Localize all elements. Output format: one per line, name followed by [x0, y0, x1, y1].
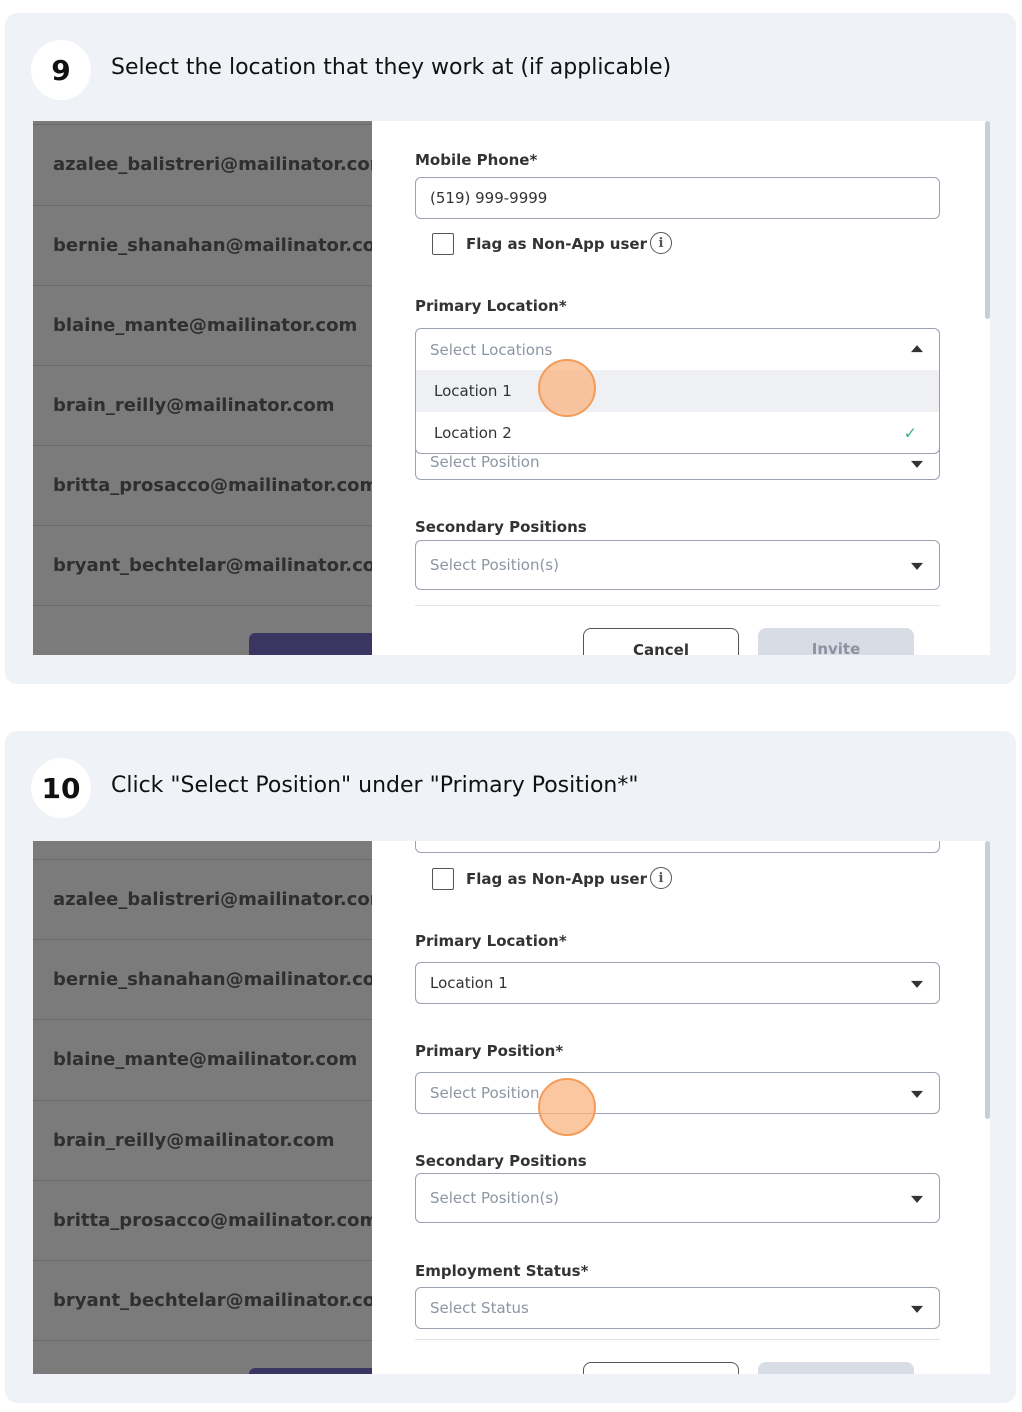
user-email-row[interactable]: blaine_mante@mailinator.com [33, 285, 372, 365]
reinvite-button[interactable] [249, 1368, 372, 1374]
step-number-badge: 10 [31, 758, 91, 818]
click-marker [538, 1078, 596, 1136]
reinvite-button[interactable] [249, 633, 372, 655]
mobile-phone-value: (519) 999-9999 [430, 189, 548, 207]
user-list-panel: azalee_balistreri@mailinator.com bernie_… [33, 121, 372, 655]
primary-location-placeholder: Select Locations [430, 340, 553, 359]
mobile-phone-input[interactable] [415, 841, 940, 853]
step-card-10: 10 Click "Select Position" under "Primar… [5, 731, 1016, 1403]
step-instruction: Select the location that they work at (i… [111, 55, 672, 80]
cancel-button[interactable]: Cancel [583, 628, 739, 655]
user-email-row[interactable]: britta_prosacco@mailinator.com [33, 445, 372, 525]
click-marker [538, 359, 596, 417]
info-icon[interactable]: i [650, 232, 672, 254]
user-email-row[interactable]: azalee_balistreri@mailinator.com [33, 124, 372, 204]
info-icon[interactable]: i [650, 867, 672, 889]
non-app-user-label: Flag as Non-App user [466, 870, 647, 888]
user-email-row[interactable]: britta_prosacco@mailinator.com [33, 1180, 372, 1260]
chevron-down-icon [911, 562, 923, 570]
user-email-row[interactable]: blaine_mante@mailinator.com [33, 1019, 372, 1099]
primary-position-select[interactable]: Select Position [415, 1072, 940, 1114]
location-dropdown: Location 1 Location 2 ✓ [415, 370, 940, 454]
chevron-down-icon [911, 1090, 923, 1098]
non-app-user-checkbox[interactable] [432, 233, 454, 255]
screenshot: azalee_balistreri@mailinator.com bernie_… [33, 121, 990, 655]
employment-status-select[interactable]: Select Status [415, 1287, 940, 1329]
secondary-positions-select[interactable]: Select Position(s) [415, 1173, 940, 1223]
secondary-positions-label: Secondary Positions [415, 518, 587, 536]
step-instruction: Click "Select Position" under "Primary P… [111, 773, 639, 798]
form-divider [415, 1339, 940, 1340]
scrollbar[interactable] [985, 841, 990, 1119]
non-app-user-checkbox[interactable] [432, 868, 454, 890]
primary-position-placeholder: Select Position [430, 1084, 540, 1102]
form-divider [415, 605, 940, 606]
chevron-up-icon [911, 344, 923, 352]
employment-status-label: Employment Status* [415, 1262, 589, 1280]
chevron-down-icon [911, 1305, 923, 1313]
non-app-user-label: Flag as Non-App user [466, 235, 647, 253]
user-email-row[interactable]: bernie_shanahan@mailinator.com [33, 205, 372, 285]
primary-position-label: Primary Position* [415, 1042, 564, 1060]
user-email-row[interactable]: brain_reilly@mailinator.com [33, 1100, 372, 1180]
secondary-positions-label: Secondary Positions [415, 1152, 587, 1170]
scrollbar[interactable] [985, 121, 990, 319]
user-email-row[interactable]: bernie_shanahan@mailinator.com [33, 939, 372, 1019]
mobile-phone-label: Mobile Phone* [415, 151, 538, 169]
chevron-down-icon [911, 1195, 923, 1203]
step-number-badge: 9 [31, 40, 91, 100]
user-email-row[interactable]: bryant_bechtelar@mailinator.com [33, 1260, 372, 1340]
primary-location-label: Primary Location* [415, 932, 567, 950]
primary-location-value: Location 1 [430, 974, 508, 992]
location-option[interactable]: Location 2 ✓ [416, 412, 939, 453]
primary-location-select[interactable]: Location 1 [415, 962, 940, 1004]
location-option-label: Location 1 [434, 382, 512, 400]
screenshot: azalee_balistreri@mailinator.com bernie_… [33, 841, 990, 1374]
mobile-phone-input[interactable]: (519) 999-9999 [415, 177, 940, 219]
user-email-row[interactable]: azalee_balistreri@mailinator.com [33, 859, 372, 939]
primary-location-label: Primary Location* [415, 297, 567, 315]
user-email-row[interactable]: brain_reilly@mailinator.com [33, 365, 372, 445]
invite-user-form: Flag as Non-App user i Primary Location*… [372, 841, 990, 1374]
secondary-positions-placeholder: Select Position(s) [430, 556, 559, 574]
employment-status-placeholder: Select Status [430, 1299, 529, 1317]
secondary-positions-select[interactable]: Select Position(s) [415, 540, 940, 590]
chevron-down-icon [911, 460, 923, 468]
cancel-button[interactable] [583, 1362, 739, 1374]
primary-location-select[interactable]: Select Locations [415, 328, 940, 370]
invite-button[interactable] [758, 1362, 914, 1374]
chevron-down-icon [911, 980, 923, 988]
secondary-positions-placeholder: Select Position(s) [430, 1189, 559, 1207]
user-email-row[interactable]: bryant_bechtelar@mailinator.com [33, 525, 372, 605]
location-option-label: Location 2 [434, 424, 512, 442]
primary-position-placeholder: Select Position [430, 453, 540, 471]
user-list-panel: azalee_balistreri@mailinator.com bernie_… [33, 841, 372, 1374]
invite-button[interactable]: Invite [758, 628, 914, 655]
checkmark-icon: ✓ [903, 423, 917, 443]
invite-user-form: Mobile Phone* (519) 999-9999 Flag as Non… [372, 121, 990, 655]
location-option[interactable]: Location 1 [416, 370, 939, 412]
step-card-9: 9 Select the location that they work at … [5, 13, 1016, 684]
